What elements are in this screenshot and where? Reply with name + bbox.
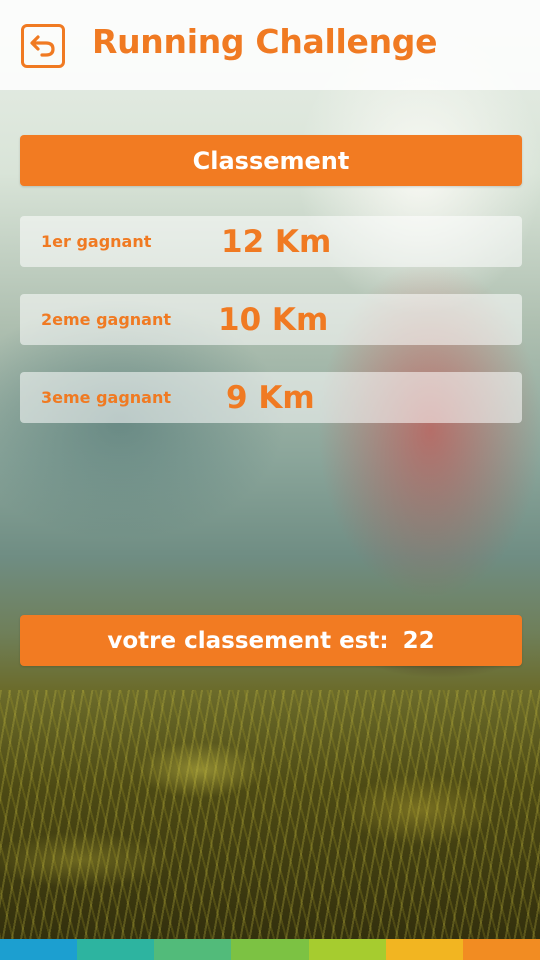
user-rank-label: votre classement est:: [107, 627, 389, 654]
ranking-row-distance: 10 Km: [218, 301, 329, 338]
app-header: Running Challenge: [0, 0, 540, 90]
color-strip-segment: [308, 939, 386, 960]
color-strip-segment: [0, 939, 78, 960]
color-strip-segment: [462, 939, 540, 960]
color-strip-segment: [385, 939, 463, 960]
ranking-row-distance: 9 Km: [226, 379, 315, 416]
ranking-row-distance: 12 Km: [221, 223, 332, 260]
back-button[interactable]: [21, 24, 65, 68]
page-title: Running Challenge: [92, 22, 438, 61]
ranking-row-2: 2eme gagnant 10 Km: [20, 294, 522, 345]
ranking-row-label: 2eme gagnant: [41, 310, 172, 329]
back-arrow-icon: [30, 35, 56, 57]
ranking-row-label: 3eme gagnant: [41, 388, 172, 407]
color-strip: [0, 939, 540, 960]
ranking-row-3: 3eme gagnant 9 Km: [20, 372, 522, 423]
color-strip-segment: [77, 939, 155, 960]
ranking-row-1: 1er gagnant 12 Km: [20, 216, 522, 267]
color-strip-segment: [154, 939, 232, 960]
background-grass: [0, 690, 540, 940]
ranking-row-label: 1er gagnant: [41, 232, 152, 251]
ranking-heading: Classement: [20, 135, 522, 186]
user-rank-bar: votre classement est: 22: [20, 615, 522, 666]
user-rank-value: 22: [402, 627, 435, 654]
color-strip-segment: [231, 939, 309, 960]
